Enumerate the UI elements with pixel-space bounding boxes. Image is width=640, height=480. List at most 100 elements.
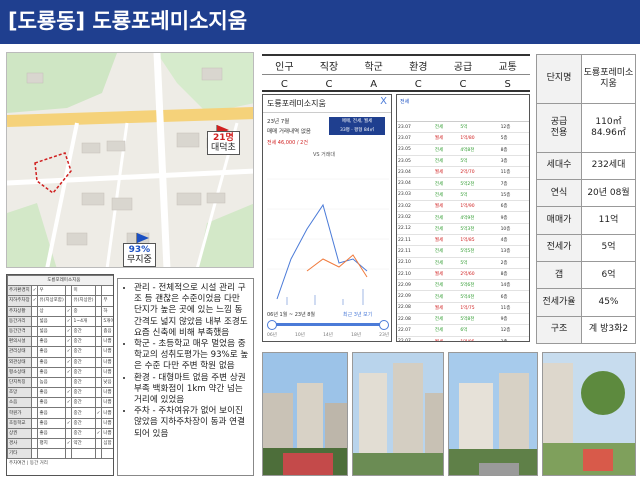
listing-row[interactable]: 23.07 월세 1억/80 5층: [397, 132, 529, 145]
checklist-checkbox[interactable]: [94, 305, 103, 317]
close-icon[interactable]: X: [380, 96, 387, 107]
checklist-checkbox[interactable]: [30, 376, 39, 389]
recent-3y-button[interactable]: 최근 3년 보기: [343, 311, 372, 318]
listing-row[interactable]: 23.04 월세 2억/70 11층: [397, 166, 529, 179]
checklist-checkbox[interactable]: [94, 336, 103, 348]
listing-row[interactable]: 23.05 전세 4억8천 8층: [397, 144, 529, 156]
listing-row[interactable]: 23.05 전세 5억 3층: [397, 155, 529, 168]
checklist-checkbox[interactable]: [30, 346, 39, 358]
listing-row[interactable]: 22.08 월세 1억/75 11층: [397, 302, 529, 315]
listing-type: 월세: [433, 166, 460, 179]
checklist-option: 나쁨: [101, 417, 113, 429]
checklist-checkbox[interactable]: ✓: [94, 427, 103, 440]
checklist-checkbox[interactable]: [94, 366, 103, 378]
photo-street[interactable]: [448, 352, 538, 476]
listing-row[interactable]: 23.04 전세 5억2천 7층: [397, 177, 529, 190]
checklist-option: 좋음: [37, 407, 66, 419]
complex-info-table: 단지명 도룡포레미소지움 공급 전용 110㎡ 84.96㎡ 세대수 232세대 연식 20년 0…: [536, 54, 636, 345]
listing-row[interactable]: 22.09 전세 5억6천 14층: [397, 279, 529, 292]
filter-box[interactable]: 매매, 전세, 월세 33평 · 평형 84㎡: [329, 117, 385, 135]
listing-row[interactable]: 22.09 전세 5억4천 6층: [397, 290, 529, 303]
checklist-checkbox[interactable]: [30, 336, 39, 348]
listing-row[interactable]: 22.11 전세 5억5천 13층: [397, 245, 529, 258]
range-slider[interactable]: [269, 323, 385, 326]
checklist-checkbox[interactable]: [30, 305, 39, 317]
listing-row[interactable]: 22.10 월세 2억/60 8층: [397, 268, 529, 281]
checklist-checkbox[interactable]: ✓: [64, 305, 73, 317]
checklist-checkbox[interactable]: [30, 325, 39, 338]
listing-row[interactable]: 22.07월세1억/953층: [397, 336, 529, 341]
listing-filter-label[interactable]: 전세: [400, 99, 409, 105]
listing-row[interactable]: 22.11 월세 1억/85 4층: [397, 234, 529, 247]
checklist-checkbox[interactable]: ✓: [64, 336, 73, 348]
checklist-checkbox[interactable]: ✓: [64, 356, 73, 368]
checklist-checkbox[interactable]: [30, 315, 39, 327]
checklist-checkbox[interactable]: [94, 437, 103, 450]
checklist-row: 주거환경지 ✓ 우 미: [7, 285, 113, 297]
checklist-checkbox[interactable]: [94, 295, 103, 307]
checklist-checkbox[interactable]: [64, 295, 73, 307]
checklist-checkbox[interactable]: [30, 437, 39, 450]
checklist-checkbox[interactable]: ✓: [64, 417, 73, 429]
info-key: 갭: [536, 260, 582, 290]
checklist-checkbox[interactable]: [64, 407, 73, 419]
listing-row[interactable]: 22.10 전세 5억 2층: [397, 257, 529, 269]
checklist-checkbox[interactable]: [64, 285, 73, 297]
checklist-checkbox[interactable]: [30, 427, 39, 440]
checklist-checkbox[interactable]: [94, 397, 103, 409]
school-badge-middle[interactable]: 93% 무지중: [123, 243, 156, 267]
listing-price: 5억4천: [459, 290, 500, 303]
checklist-checkbox[interactable]: [94, 346, 103, 358]
checklist-row-label: 편의시설: [7, 336, 32, 348]
listing-row[interactable]: 22.07 전세 6억 12층: [397, 324, 529, 337]
checklist-checkbox[interactable]: [94, 356, 103, 368]
checklist-checkbox[interactable]: ✓: [64, 315, 73, 327]
checklist-checkbox[interactable]: [94, 325, 103, 338]
listing-row[interactable]: 23.07 전세 5억 12층: [397, 122, 529, 134]
checklist-checkbox[interactable]: [64, 427, 73, 440]
checklist-checkbox[interactable]: ✓: [64, 397, 73, 409]
checklist-checkbox[interactable]: [94, 376, 103, 389]
checklist-checkbox[interactable]: [94, 448, 103, 460]
checklist-checkbox[interactable]: ✓: [30, 285, 39, 297]
listing-date: 22.08: [397, 313, 434, 326]
listing-row[interactable]: 22.12 전세 5억3천 10층: [397, 223, 529, 235]
slider-handle-right[interactable]: [379, 320, 389, 330]
listing-row[interactable]: 23.03 전세 5억 15층: [397, 189, 529, 202]
checklist-checkbox[interactable]: [94, 417, 103, 429]
slider-handle-left[interactable]: [267, 320, 277, 330]
info-value: 11억: [581, 206, 636, 235]
checklist-checkbox[interactable]: ✓: [64, 366, 73, 378]
checklist-checkbox[interactable]: [64, 448, 73, 460]
checklist-checkbox[interactable]: [30, 417, 39, 429]
photo-playground[interactable]: [542, 352, 636, 476]
checklist-checkbox[interactable]: ✓: [64, 346, 73, 358]
listing-row[interactable]: 23.02 전세 4억9천 9층: [397, 211, 529, 224]
checklist-checkbox[interactable]: [30, 397, 39, 409]
grade-header: 인구: [262, 56, 307, 75]
checklist-checkbox[interactable]: [94, 285, 103, 297]
checklist-option: 평지: [37, 437, 66, 450]
school-badge-elementary[interactable]: 21명 대덕초: [207, 131, 240, 155]
listing-row[interactable]: 22.08 전세 5억8천 9층: [397, 313, 529, 326]
checklist-option: 좋음: [37, 346, 66, 358]
listing-row[interactable]: 23.02 월세 1억/90 6층: [397, 200, 529, 213]
checklist-checkbox[interactable]: [94, 315, 103, 327]
checklist-checkbox[interactable]: ✓: [30, 295, 39, 307]
checklist-checkbox[interactable]: [30, 366, 39, 378]
checklist-checkbox[interactable]: [30, 448, 39, 460]
location-map[interactable]: 21명 대덕초 93% 무지중: [6, 52, 254, 268]
checklist-checkbox[interactable]: ✓: [64, 387, 73, 399]
photo-building[interactable]: [352, 352, 444, 476]
checklist-checkbox[interactable]: ✓: [94, 407, 103, 419]
checklist-checkbox[interactable]: [30, 407, 39, 419]
checklist-checkbox[interactable]: [64, 376, 73, 389]
checklist-checkbox[interactable]: ✓: [64, 437, 73, 450]
listing-date: 23.05: [397, 144, 434, 156]
checklist-row: 경사 평지 ✓ 약간 심함: [7, 437, 113, 450]
checklist-checkbox[interactable]: [30, 356, 39, 368]
photo-entrance[interactable]: [262, 352, 348, 476]
checklist-checkbox[interactable]: [94, 387, 103, 399]
checklist-checkbox[interactable]: ✓: [64, 325, 73, 338]
checklist-checkbox[interactable]: [30, 387, 39, 399]
